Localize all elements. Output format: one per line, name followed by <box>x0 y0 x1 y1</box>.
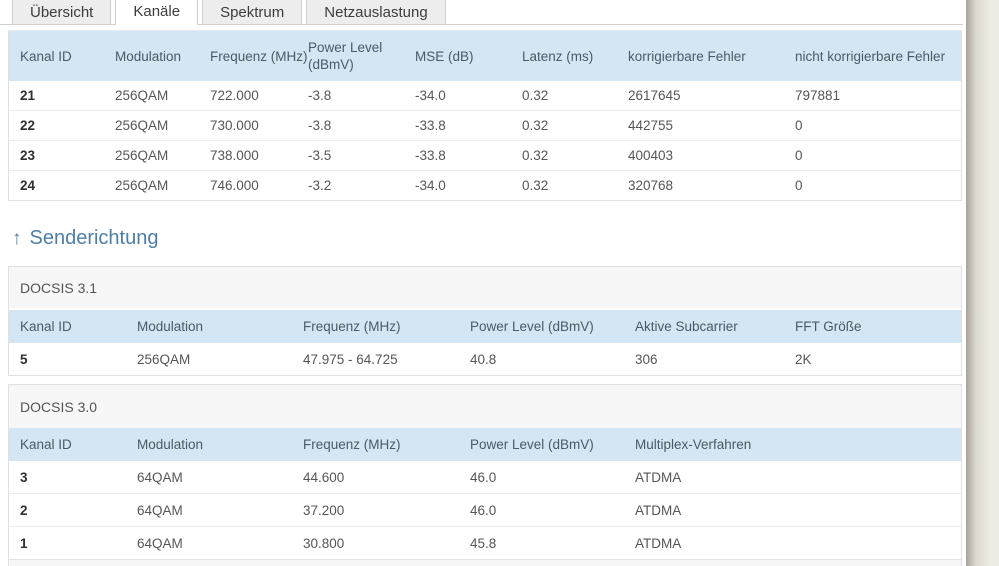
downstream-channels-table: Kanal ID Modulation Frequenz (MHz) Power… <box>8 30 962 201</box>
table-row: 24 256QAM 746.000 -3.2 -34.0 0.32 320768… <box>9 170 961 200</box>
table-row: 1 64QAM 30.800 45.8 ATDMA <box>9 526 961 559</box>
docsis30-title: DOCSIS 3.0 <box>9 385 961 428</box>
cell-korrigierbare-fehler: 400403 <box>628 148 674 163</box>
col-header-modulation: Modulation <box>137 319 204 334</box>
col-header-nicht-korrigierbare-fehler: nicht korrigierbare Fehler <box>795 48 946 64</box>
cell-power-level: -3.8 <box>308 88 332 103</box>
cell-power-level: 46.0 <box>470 469 497 485</box>
col-header-mse: MSE (dB) <box>415 48 474 64</box>
col-header-kanal-id: Kanal ID <box>20 437 72 452</box>
cell-power-level: -3.8 <box>308 118 332 133</box>
table-row: 2 64QAM 37.200 46.0 ATDMA <box>9 493 961 526</box>
col-header-latenz: Latenz (ms) <box>522 48 594 64</box>
col-header-multiplex-verfahren: Multiplex-Verfahren <box>635 437 752 452</box>
cell-kanal-id: 5 <box>20 351 28 367</box>
col-header-aktive-subcarrier: Aktive Subcarrier <box>635 319 738 334</box>
cell-korrigierbare-fehler: 320768 <box>628 178 674 193</box>
cell-latenz: 0.32 <box>522 88 549 103</box>
tab-uebersicht[interactable]: Übersicht <box>12 0 112 25</box>
cell-power-level: 45.8 <box>470 535 497 551</box>
col-header-power-level: Power Level (dBmV) <box>470 319 594 334</box>
cell-mse: -34.0 <box>415 178 446 193</box>
col-header-fft-groesse: FFT Größe <box>795 319 862 334</box>
cell-multiplex-verfahren: ATDMA <box>635 502 682 518</box>
table-row: 23 256QAM 738.000 -3.5 -33.8 0.32 400403… <box>9 140 961 170</box>
cell-modulation: 64QAM <box>137 502 183 518</box>
cell-kanal-id: 24 <box>20 178 36 193</box>
table-row: 5 256QAM 47.975 - 64.725 40.8 306 2K <box>9 343 961 375</box>
cell-mse: -34.0 <box>415 88 446 103</box>
cell-power-level: -3.2 <box>308 178 332 193</box>
cell-kanal-id: 3 <box>20 469 28 485</box>
tab-bar: Übersicht Kanäle Spektrum Netzauslastung <box>0 0 963 25</box>
cell-nicht-korrigierbare-fehler: 797881 <box>795 88 841 103</box>
tab-kanaele[interactable]: Kanäle <box>115 0 199 25</box>
cell-modulation: 64QAM <box>137 469 183 485</box>
col-header-modulation: Modulation <box>115 48 182 64</box>
docsis31-title: DOCSIS 3.1 <box>9 267 961 310</box>
col-header-frequenz: Frequenz (MHz) <box>210 48 308 64</box>
cell-frequenz: 30.800 <box>303 535 345 551</box>
cell-modulation: 256QAM <box>115 88 169 103</box>
table-row: 3 64QAM 44.600 46.0 ATDMA <box>9 461 961 493</box>
cell-korrigierbare-fehler: 442755 <box>628 118 674 133</box>
next-section-strip-cutoff <box>9 559 961 566</box>
tab-list: Übersicht Kanäle Spektrum Netzauslastung <box>0 0 963 25</box>
cell-power-level: 40.8 <box>470 351 497 367</box>
up-arrow-icon: ↑ <box>12 227 22 249</box>
docsis30-panel: DOCSIS 3.0 Kanal ID Modulation Frequenz … <box>8 384 962 566</box>
col-header-modulation: Modulation <box>137 437 204 452</box>
upstream-section-heading: ↑ Senderichtung <box>12 227 158 250</box>
cell-fft-groesse: 2K <box>795 351 812 367</box>
table-row: 21 256QAM 722.000 -3.8 -34.0 0.32 261764… <box>9 81 961 110</box>
cell-modulation: 256QAM <box>115 148 169 163</box>
section-heading-label: Senderichtung <box>29 227 159 249</box>
cell-multiplex-verfahren: ATDMA <box>635 535 682 551</box>
cell-modulation: 256QAM <box>115 118 169 133</box>
cell-nicht-korrigierbare-fehler: 0 <box>795 118 803 133</box>
page-edge-gutter <box>966 0 999 566</box>
table-row: 22 256QAM 730.000 -3.8 -33.8 0.32 442755… <box>9 110 961 140</box>
docsis31-panel: DOCSIS 3.1 Kanal ID Modulation Frequenz … <box>8 266 962 376</box>
col-header-kanal-id: Kanal ID <box>20 319 72 334</box>
cell-mse: -33.8 <box>415 118 446 133</box>
col-header-frequenz: Frequenz (MHz) <box>303 319 401 334</box>
cell-kanal-id: 23 <box>20 148 36 163</box>
cell-frequenz: 37.200 <box>303 502 345 518</box>
cell-frequenz: 44.600 <box>303 469 345 485</box>
cell-mse: -33.8 <box>415 148 446 163</box>
table-header-row: Kanal ID Modulation Frequenz (MHz) Power… <box>9 310 961 343</box>
tab-spektrum[interactable]: Spektrum <box>202 0 303 25</box>
cell-latenz: 0.32 <box>522 148 549 163</box>
cell-kanal-id: 1 <box>20 535 28 551</box>
cell-power-level: 46.0 <box>470 502 497 518</box>
col-header-frequenz: Frequenz (MHz) <box>303 437 401 452</box>
cell-kanal-id: 22 <box>20 118 36 133</box>
cell-aktive-subcarrier: 306 <box>635 351 658 367</box>
cell-frequenz: 730.000 <box>210 118 259 133</box>
cell-modulation: 256QAM <box>137 351 191 367</box>
table-header-row: Kanal ID Modulation Frequenz (MHz) Power… <box>9 31 961 81</box>
tab-netzauslastung[interactable]: Netzauslastung <box>306 0 446 25</box>
cell-multiplex-verfahren: ATDMA <box>635 469 682 485</box>
cell-frequenz: 746.000 <box>210 178 259 193</box>
cell-kanal-id: 21 <box>20 88 36 103</box>
cell-latenz: 0.32 <box>522 178 549 193</box>
table-header-row: Kanal ID Modulation Frequenz (MHz) Power… <box>9 428 961 461</box>
cell-frequenz: 738.000 <box>210 148 259 163</box>
col-header-korrigierbare-fehler: korrigierbare Fehler <box>628 48 746 64</box>
cell-nicht-korrigierbare-fehler: 0 <box>795 148 803 163</box>
cell-power-level: -3.5 <box>308 148 332 163</box>
cell-korrigierbare-fehler: 2617645 <box>628 88 681 103</box>
cell-nicht-korrigierbare-fehler: 0 <box>795 178 803 193</box>
cell-latenz: 0.32 <box>522 118 549 133</box>
col-header-kanal-id: Kanal ID <box>20 48 72 64</box>
cell-kanal-id: 2 <box>20 502 28 518</box>
cell-modulation: 64QAM <box>137 535 183 551</box>
cell-frequenz: 722.000 <box>210 88 259 103</box>
col-header-power-level: Power Level (dBmV) <box>470 437 594 452</box>
cell-frequenz: 47.975 - 64.725 <box>303 351 398 367</box>
col-header-power-level: Power Level (dBmV) <box>308 40 383 72</box>
cell-modulation: 256QAM <box>115 178 169 193</box>
